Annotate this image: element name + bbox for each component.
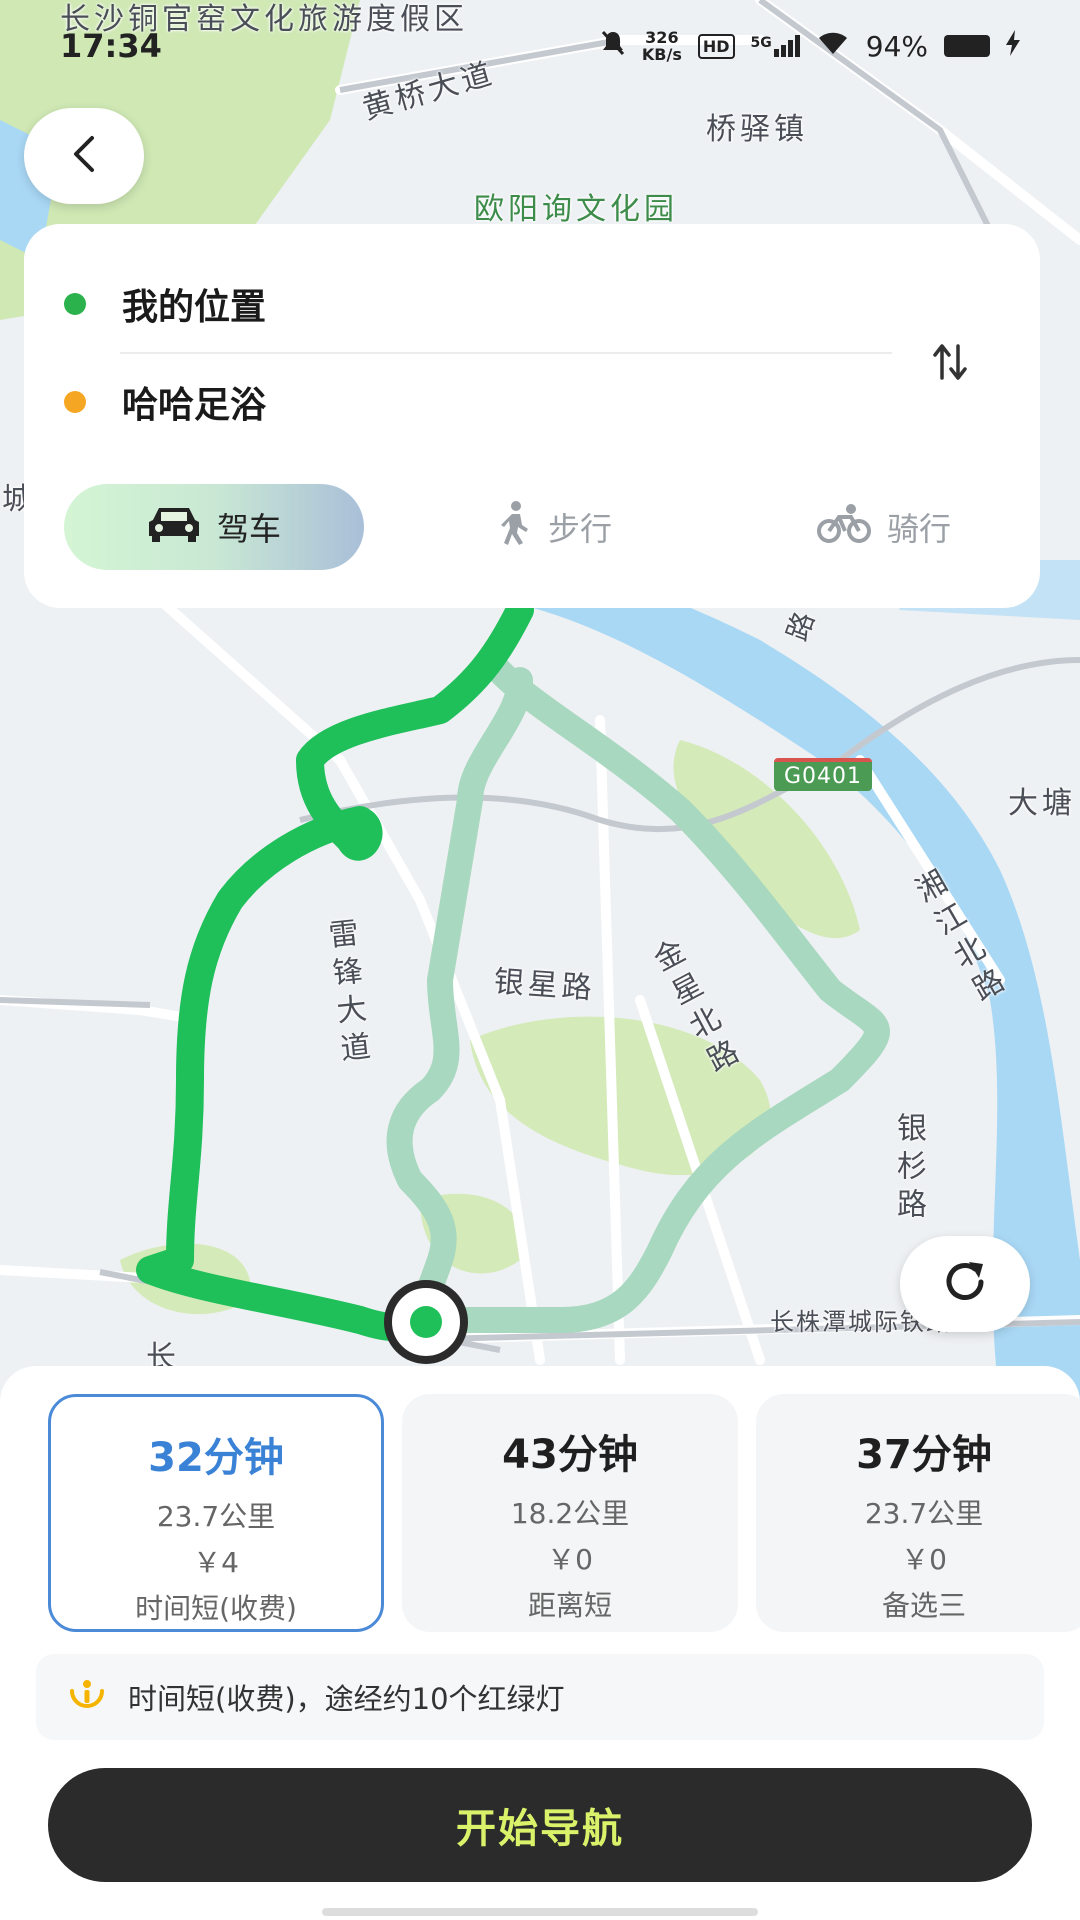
route-tag: 备选三 [881,1589,966,1622]
car-icon [147,504,201,550]
refresh-icon [939,1256,991,1312]
map-label-town: 桥驿镇 [706,112,808,147]
route-distance: 23.7公里 [156,1500,276,1533]
route-cost: ￥0 [547,1543,593,1576]
net-speed: 326 KB/s [641,28,682,64]
map-label-road: 银杉路 [891,1112,926,1226]
route-time: 37分钟 [856,1432,992,1478]
refresh-button[interactable] [900,1236,1030,1332]
route-time: 43分钟 [502,1432,638,1478]
battery-icon [944,35,990,57]
route-distance: 23.7公里 [864,1497,984,1530]
route-option-3[interactable]: 37分钟 23.7公里 ￥0 备选三 [756,1394,1080,1632]
destination-dot-icon [64,391,86,413]
route-tip-text: 时间短(收费)，途经约10个红绿灯 [128,1682,565,1716]
back-button[interactable] [24,108,144,204]
divider [120,352,892,354]
route-summary-panel: 32分钟 23.7公里 ￥4 时间短(收费) 43分钟 18.2公里 ￥0 距离… [0,1366,1080,1920]
origin-field[interactable]: 我的位置 [64,278,266,330]
battery-percent: 94% [865,29,928,63]
route-cost: ￥4 [193,1546,239,1579]
tab-bike[interactable]: 骑行 [764,484,1004,570]
route-option-1[interactable]: 32分钟 23.7公里 ￥4 时间短(收费) [48,1394,384,1632]
origin-dot-icon [64,293,86,315]
route-input-card: 我的位置 哈哈足浴 驾车 步行 骑行 [24,224,1040,608]
tab-drive-label: 驾车 [216,510,281,548]
map-view[interactable]: 长沙铜官窑文化旅游度假区 黄桥大道 桥驿镇 欧阳询文化园 大塘 G0401 湘江… [0,0,1080,1400]
destination-field[interactable]: 哈哈足浴 [64,376,266,428]
start-navigation-button[interactable]: 开始导航 [48,1768,1032,1882]
charging-icon [1006,29,1020,63]
tab-bike-label: 骑行 [886,510,951,548]
map-label-town: 大塘 [1008,786,1076,821]
route-time: 32分钟 [148,1435,284,1481]
map-label-poi: 欧阳询文化园 [474,192,678,227]
destination-text: 哈哈足浴 [122,385,267,426]
hd-badge: HD [697,33,735,59]
status-bar: 17:34 326 KB/s HD 5G 94% [0,0,1080,92]
tab-walk-label: 步行 [547,510,612,548]
home-indicator[interactable] [322,1908,758,1916]
info-icon [68,1675,106,1720]
origin-text: 我的位置 [122,287,267,328]
route-cost: ￥0 [901,1543,947,1576]
highway-badge: G0401 [774,758,873,791]
tab-walk[interactable]: 步行 [434,484,674,570]
tab-drive[interactable]: 驾车 [64,484,364,570]
route-tag: 时间短(收费) [135,1592,297,1625]
chevron-left-icon [70,134,98,178]
status-icons: 326 KB/s HD 5G 94% [600,29,1020,64]
route-option-2[interactable]: 43分钟 18.2公里 ￥0 距离短 [402,1394,738,1632]
status-time: 17:34 [60,27,162,65]
signal-icon: 5G [751,35,800,57]
wifi-icon [816,30,850,63]
route-tip-bar: 时间短(收费)，途经约10个红绿灯 [36,1654,1044,1740]
route-distance: 18.2公里 [510,1497,630,1530]
travel-mode-tabs: 驾车 步行 骑行 [64,484,1000,570]
map-label-road: 银星路 [492,964,597,1007]
swap-arrows-icon [932,342,968,386]
mute-icon [600,29,626,64]
bike-icon [816,503,871,551]
route-tag: 距离短 [527,1589,612,1622]
walk-icon [496,501,532,553]
swap-button[interactable] [920,334,980,394]
